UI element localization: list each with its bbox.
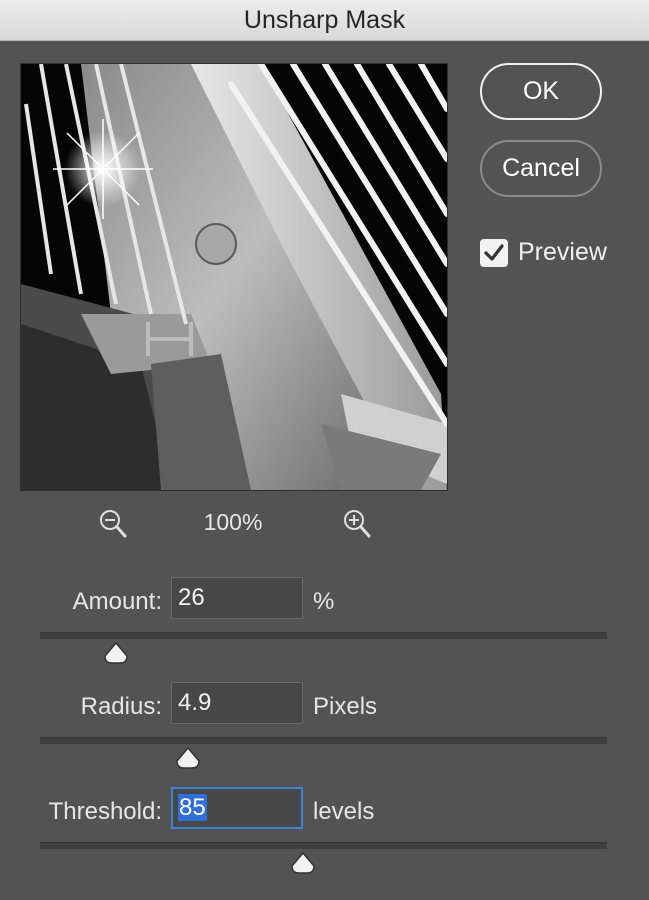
preview-checkbox[interactable] — [480, 238, 508, 267]
zoom-out-icon[interactable] — [99, 509, 127, 544]
threshold-label: Threshold: — [48, 798, 162, 825]
amount-input[interactable]: 26 — [171, 577, 303, 619]
window-title: Unsharp Mask — [243, 5, 406, 34]
amount-label: Amount: — [72, 588, 162, 615]
title-bar: Unsharp Mask — [0, 0, 649, 41]
amount-unit: % — [313, 588, 335, 615]
zoom-in-icon[interactable] — [343, 509, 371, 544]
threshold-value: 85 — [178, 794, 207, 821]
amount-value: 26 — [178, 584, 205, 611]
radius-label: Radius: — [80, 693, 162, 720]
threshold-input[interactable]: 85 — [171, 787, 303, 829]
threshold-slider-track[interactable] — [40, 842, 607, 849]
preview-image — [21, 64, 447, 490]
threshold-slider-thumb[interactable] — [290, 851, 316, 874]
ok-button-label: OK — [522, 77, 560, 105]
checkmark-icon — [484, 243, 504, 261]
radius-slider-thumb[interactable] — [175, 746, 201, 769]
cancel-button[interactable]: Cancel — [480, 140, 602, 197]
zoom-level: 100% — [203, 509, 263, 535]
threshold-unit: levels — [313, 798, 375, 825]
amount-slider-thumb[interactable] — [103, 641, 129, 664]
image-preview[interactable] — [20, 63, 448, 491]
preview-label: Preview — [518, 238, 607, 266]
amount-slider-track[interactable] — [40, 632, 607, 639]
radius-value: 4.9 — [178, 689, 212, 716]
radius-unit: Pixels — [313, 693, 378, 720]
radius-slider-track[interactable] — [40, 737, 607, 744]
preview-toggle[interactable]: Preview — [480, 238, 607, 267]
radius-input[interactable]: 4.9 — [171, 682, 303, 724]
ok-button[interactable]: OK — [480, 63, 602, 120]
cancel-button-label: Cancel — [502, 154, 580, 182]
